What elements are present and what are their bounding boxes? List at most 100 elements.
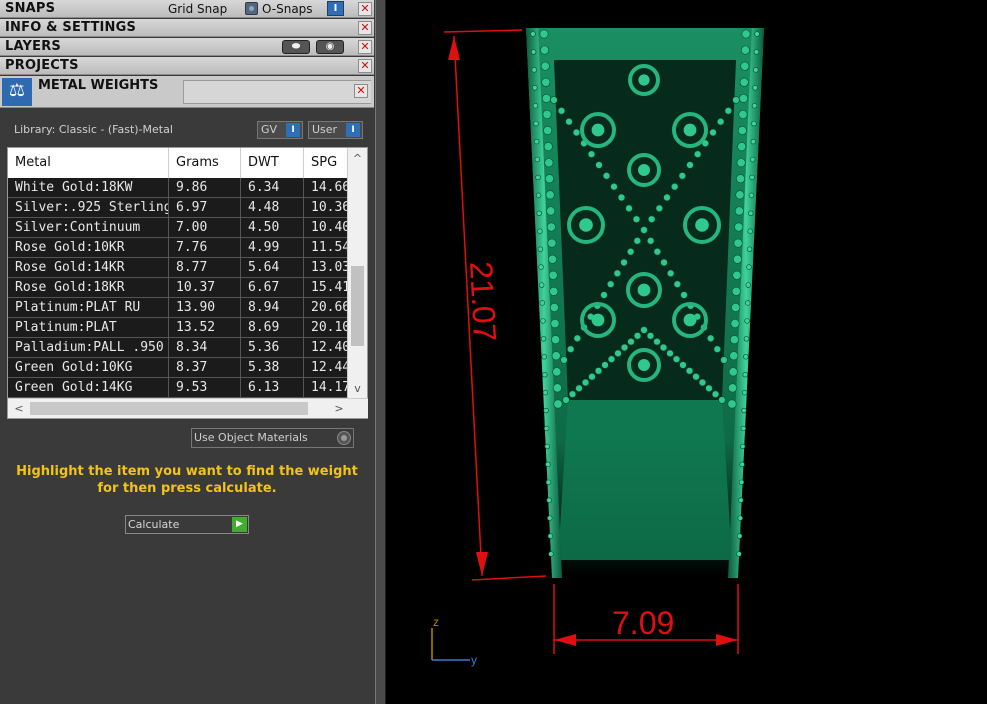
spg-cell: 10.36	[304, 198, 348, 218]
grams-cell: 13.90	[169, 298, 241, 318]
spg-cell: 10.40	[304, 218, 348, 238]
grams-cell: 6.97	[169, 198, 241, 218]
metal-weights-header: ⚖ METAL WEIGHTS ✕	[0, 76, 374, 108]
spg-cell: 12.44	[304, 358, 348, 378]
metal-cell: Platinum:PLAT	[8, 318, 169, 338]
table-row[interactable]: Rose Gold:18KR 10.37 6.67 15.41	[8, 278, 348, 298]
grams-cell: 7.76	[169, 238, 241, 258]
axis-triad: z y	[431, 615, 477, 667]
info-settings-header[interactable]: INFO & SETTINGS ✕	[0, 19, 374, 37]
table-row[interactable]: Platinum:PLAT RU 13.90 8.94 20.66	[8, 298, 348, 318]
metal-cell: Rose Gold:14KR	[8, 258, 169, 278]
layers-close-icon[interactable]: ✕	[358, 40, 372, 54]
table-row[interactable]: Platinum:PLAT 13.52 8.69 20.10	[8, 318, 348, 338]
use-object-materials-option[interactable]: Use Object Materials	[191, 428, 354, 448]
grams-cell: 7.00	[169, 218, 241, 238]
dwt-cell: 5.38	[241, 358, 304, 378]
user-label: User	[312, 123, 338, 136]
table-row[interactable]: Palladium:PALL .950 8.34 5.36 12.40	[8, 338, 348, 358]
metal-weights-close-icon[interactable]: ✕	[354, 84, 368, 98]
gv-label: GV	[261, 123, 278, 136]
table-row[interactable]: White Gold:18KW 9.86 6.34 14.66	[8, 178, 348, 198]
calculate-button[interactable]: Calculate ▶	[125, 515, 249, 534]
metal-cell: White Gold:18KW	[8, 178, 169, 198]
table-row[interactable]: Green Gold:14KG 9.53 6.13 14.17	[8, 378, 348, 398]
scroll-up-icon[interactable]: ^	[348, 150, 367, 168]
metal-cell: Green Gold:14KG	[8, 378, 169, 398]
metal-cell: Platinum:PLAT RU	[8, 298, 169, 318]
column-header-dwt[interactable]: DWT	[241, 148, 304, 178]
spg-cell: 20.66	[304, 298, 348, 318]
dwt-cell: 5.64	[241, 258, 304, 278]
grams-cell: 8.37	[169, 358, 241, 378]
width-arrow-left	[554, 634, 576, 646]
grid-snap-checkbox[interactable]	[245, 2, 258, 15]
projects-header[interactable]: PROJECTS ✕	[0, 57, 374, 75]
column-header-metal[interactable]: Metal	[8, 148, 169, 178]
grams-cell: 13.52	[169, 318, 241, 338]
table-row[interactable]: Rose Gold:14KR 8.77 5.64 13.03	[8, 258, 348, 278]
use-object-materials-label: Use Object Materials	[194, 431, 308, 444]
layers-header[interactable]: LAYERS ⬬ ◉ ✕	[0, 38, 374, 56]
scroll-left-icon[interactable]: <	[10, 399, 28, 418]
band-lower	[558, 400, 732, 560]
osnaps-toggle[interactable]: I	[327, 1, 344, 16]
vertical-scrollbar[interactable]: ^ v	[347, 148, 367, 400]
gv-toggle-icon: I	[286, 123, 300, 137]
metal-cell: Palladium:PALL .950	[8, 338, 169, 358]
projects-close-icon[interactable]: ✕	[358, 59, 372, 73]
snaps-title: SNAPS	[5, 1, 56, 16]
gv-toggle-button[interactable]: GV I	[257, 121, 303, 139]
metal-cell: Rose Gold:18KR	[8, 278, 169, 298]
table-row[interactable]: Green Gold:10KG 8.37 5.38 12.44	[8, 358, 348, 378]
scroll-right-icon[interactable]: >	[330, 399, 348, 418]
width-dimension-label: 7.09	[612, 605, 674, 641]
dwt-cell: 5.36	[241, 338, 304, 358]
table-body: White Gold:18KW 9.86 6.34 14.66 Silver:.925 …	[8, 178, 348, 398]
calculate-label: Calculate	[128, 518, 180, 531]
panel-divider[interactable]	[375, 0, 386, 704]
radio-icon[interactable]	[337, 431, 351, 445]
scroll-down-icon[interactable]: v	[348, 380, 367, 398]
spg-cell: 11.54	[304, 238, 348, 258]
metal-cell: Silver:Continuum	[8, 218, 169, 238]
dwt-cell: 4.50	[241, 218, 304, 238]
spg-cell: 14.66	[304, 178, 348, 198]
column-header-grams[interactable]: Grams	[169, 148, 241, 178]
vertical-scroll-thumb[interactable]	[351, 266, 364, 346]
grams-cell: 10.37	[169, 278, 241, 298]
header-tab-lip	[183, 80, 371, 104]
grams-cell: 8.77	[169, 258, 241, 278]
metal-cell: Rose Gold:10KR	[8, 238, 169, 258]
3d-viewport[interactable]: 21.07 7.09 z y	[386, 0, 987, 704]
metal-cell: Green Gold:10KG	[8, 358, 169, 378]
spg-cell: 12.40	[304, 338, 348, 358]
info-close-icon[interactable]: ✕	[358, 21, 372, 35]
grams-cell: 8.34	[169, 338, 241, 358]
horizontal-scroll-thumb[interactable]	[30, 402, 308, 415]
layers-visibility-icon[interactable]: ⬬	[282, 40, 310, 54]
instruction-text: Highlight the item you want to find the …	[16, 464, 358, 496]
grams-cell: 9.86	[169, 178, 241, 198]
dwt-cell: 4.48	[241, 198, 304, 218]
user-toggle-button[interactable]: User I	[308, 121, 363, 139]
dwt-cell: 8.69	[241, 318, 304, 338]
spg-cell: 15.41	[304, 278, 348, 298]
table-row[interactable]: Silver:.925 Sterling 6.97 4.48 10.36	[8, 198, 348, 218]
viewport-canvas: 21.07 7.09 z y	[431, 28, 764, 667]
table-row[interactable]: Silver:Continuum 7.00 4.50 10.40	[8, 218, 348, 238]
spg-cell: 20.10	[304, 318, 348, 338]
height-arrow-top	[448, 36, 460, 60]
table-row[interactable]: Rose Gold:10KR 7.76 4.99 11.54	[8, 238, 348, 258]
width-arrow-right	[716, 634, 738, 646]
eye-icon[interactable]: ◉	[316, 40, 344, 54]
metal-weights-table: Metal Grams DWT SPG White Gold:18KW 9.86 6…	[7, 147, 368, 419]
dwt-cell: 6.67	[241, 278, 304, 298]
snaps-header[interactable]: SNAPS Grid Snap O-Snaps I ✕	[0, 0, 374, 18]
height-dimension-label: 21.07	[463, 260, 503, 342]
horizontal-scrollbar[interactable]: < >	[8, 398, 368, 418]
spg-cell: 13.03	[304, 258, 348, 278]
snaps-close-icon[interactable]: ✕	[358, 2, 372, 16]
osnaps-label: O-Snaps	[262, 2, 313, 16]
projects-title: PROJECTS	[5, 58, 79, 73]
